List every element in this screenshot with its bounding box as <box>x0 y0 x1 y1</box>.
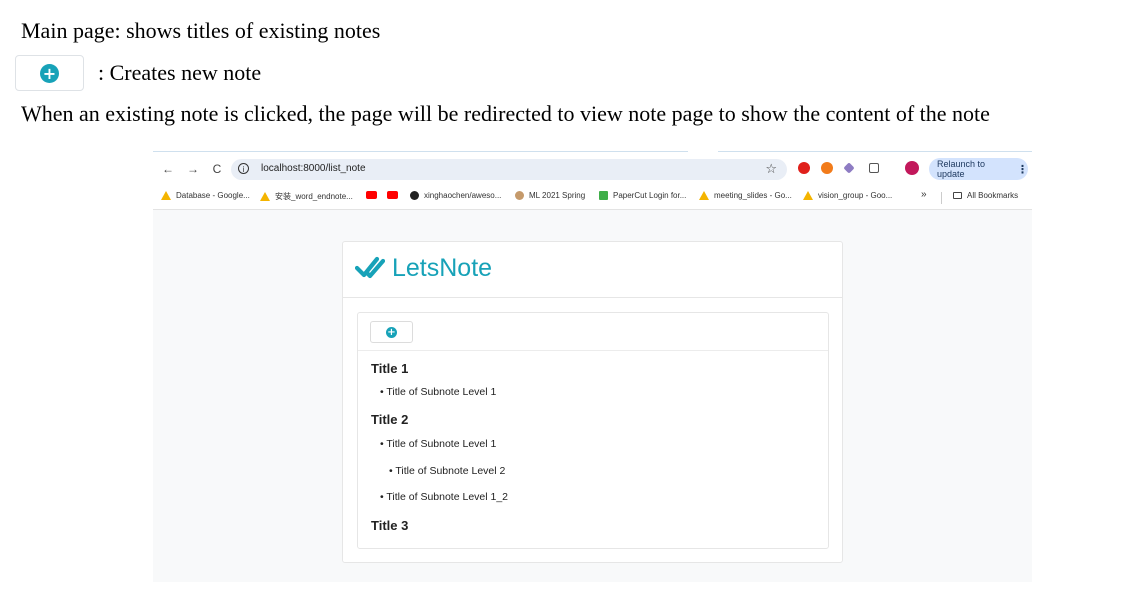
tab-edge <box>688 151 718 154</box>
bookmark-item[interactable]: 安装_word_endnote... <box>260 191 353 202</box>
card-header: LetsNote <box>343 242 842 298</box>
bookmark-label: xinghaochen/aweso... <box>424 191 502 200</box>
site-info-icon[interactable]: i <box>238 163 249 174</box>
browser-toolbar: ← → C i localhost:8000/list_note ☆ Relau… <box>153 151 1032 210</box>
bookmark-label: vision_group - Goo... <box>818 191 893 200</box>
ml-icon <box>515 191 524 200</box>
menu-dots-icon: ⋮ <box>1017 163 1028 176</box>
extension-icon[interactable] <box>821 162 833 174</box>
forward-arrow-icon[interactable]: → <box>186 162 200 176</box>
github-icon <box>410 191 419 200</box>
bookmarks-bar: Database - Google... 安装_word_endnote... … <box>153 186 1032 210</box>
relaunch-label: Relaunch to update <box>937 159 986 179</box>
url-text[interactable]: localhost:8000/list_note <box>261 163 366 174</box>
opera-extension-icon[interactable] <box>798 162 810 174</box>
youtube-icon <box>366 191 377 199</box>
bookmark-label: Database - Google... <box>176 191 250 200</box>
new-note-button[interactable]: + <box>370 321 413 343</box>
youtube-icon <box>387 191 398 199</box>
reload-icon[interactable]: C <box>210 162 224 176</box>
all-bookmarks-label: All Bookmarks <box>967 191 1019 200</box>
drive-icon <box>699 191 709 200</box>
new-note-description: : Creates new note <box>98 60 262 85</box>
relaunch-to-update-button[interactable]: Relaunch to update ⋮ <box>929 158 1028 180</box>
letsnote-card: LetsNote + Title 1 • Title of Subnote Le… <box>342 241 843 563</box>
bookmark-item[interactable]: ML 2021 Spring <box>515 191 585 200</box>
note-title[interactable]: Title 1 <box>371 361 408 376</box>
bookmark-item[interactable]: vision_group - Goo... <box>803 191 892 200</box>
notes-panel-header: + <box>358 313 828 351</box>
bookmark-item[interactable]: PaperCut Login for... <box>599 191 686 200</box>
bookmark-label: ML 2021 Spring <box>529 191 586 200</box>
folder-icon <box>953 192 962 199</box>
address-bar[interactable]: i localhost:8000/list_note ☆ <box>231 159 787 180</box>
profile-avatar-icon[interactable] <box>905 161 919 175</box>
papercut-icon <box>599 191 608 200</box>
bookmark-item[interactable]: meeting_slides - Go... <box>699 191 792 200</box>
subnote-item[interactable]: • Title of Subnote Level 2 <box>389 465 505 477</box>
bookmark-label: 安装_word_endnote... <box>275 192 353 201</box>
check-extension-icon[interactable] <box>843 162 855 174</box>
brand-title[interactable]: LetsNote <box>392 254 492 283</box>
note-title[interactable]: Title 2 <box>371 412 408 427</box>
subnote-item[interactable]: • Title of Subnote Level 1_2 <box>380 491 508 503</box>
bookmark-item[interactable]: Database - Google... <box>161 191 250 200</box>
bookmark-star-icon[interactable]: ☆ <box>765 161 777 177</box>
bookmarks-divider <box>941 192 942 204</box>
new-note-button-example: + <box>15 55 84 91</box>
bookmark-item[interactable] <box>387 191 403 199</box>
drive-icon <box>161 191 171 200</box>
browser-window: ← → C i localhost:8000/list_note ☆ Relau… <box>153 151 1032 582</box>
back-arrow-icon[interactable]: ← <box>161 162 175 176</box>
drive-icon <box>803 191 813 200</box>
note-title[interactable]: Title 3 <box>371 518 408 533</box>
more-bookmarks-chevron-icon[interactable]: » <box>921 189 927 200</box>
click-note-description: When an existing note is clicked, the pa… <box>21 101 990 126</box>
bookmark-label: meeting_slides - Go... <box>714 191 792 200</box>
all-bookmarks-button[interactable]: All Bookmarks <box>953 191 1018 200</box>
bookmark-label: PaperCut Login for... <box>613 191 687 200</box>
main-page-description: Main page: shows titles of existing note… <box>21 18 381 43</box>
double-check-logo-icon <box>355 256 385 279</box>
bookmark-item[interactable]: xinghaochen/aweso... <box>410 191 501 200</box>
plus-circle-icon: + <box>40 63 59 83</box>
plus-circle-icon: + <box>386 326 397 338</box>
drive-icon <box>260 192 270 201</box>
subnote-item[interactable]: • Title of Subnote Level 1 <box>380 438 496 450</box>
notes-panel: + Title 1 • Title of Subnote Level 1 Tit… <box>357 312 829 549</box>
extensions-puzzle-icon[interactable] <box>869 163 879 173</box>
subnote-item[interactable]: • Title of Subnote Level 1 <box>380 386 496 398</box>
bookmark-item[interactable] <box>366 191 382 199</box>
